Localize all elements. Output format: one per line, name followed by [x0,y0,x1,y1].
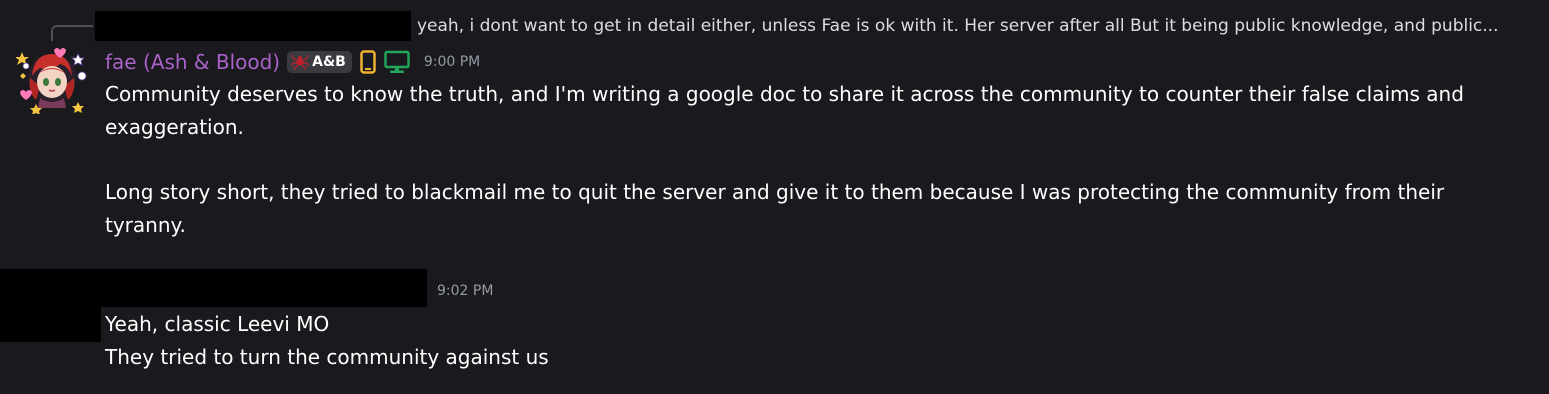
message-line: Yeah, classic Leevi MO [105,312,330,336]
message-header: fae (Ash & Blood) A&B 9:00 PM [105,48,480,76]
reply-connector [51,25,93,41]
message-paragraph: Community deserves to know the truth, an… [105,82,1464,139]
user-avatar[interactable] [16,42,88,114]
redacted-reply-author [95,11,411,41]
redacted-author-name [101,269,427,307]
message-timestamp[interactable]: 9:02 PM [437,283,493,299]
chat-log: yeah, i dont want to get in detail eithe… [0,0,1549,394]
author-name[interactable]: fae (Ash & Blood) [105,50,280,74]
desktop-icon [384,50,410,73]
message-line: They tried to turn the community against… [105,345,549,369]
redacted-avatar [0,269,101,342]
message-timestamp[interactable]: 9:00 PM [424,54,480,70]
message-content: Community deserves to know the truth, an… [105,78,1525,242]
message-content: Yeah, classic Leevi MO They tried to tur… [105,308,1525,374]
message-paragraph: Long story short, they tried to blackmai… [105,180,1445,237]
spider-icon [291,54,309,70]
server-tag[interactable]: A&B [287,51,352,73]
mobile-icon [360,50,376,74]
reply-preview-text[interactable]: yeah, i dont want to get in detail eithe… [417,15,1537,37]
server-tag-label: A&B [312,54,346,70]
